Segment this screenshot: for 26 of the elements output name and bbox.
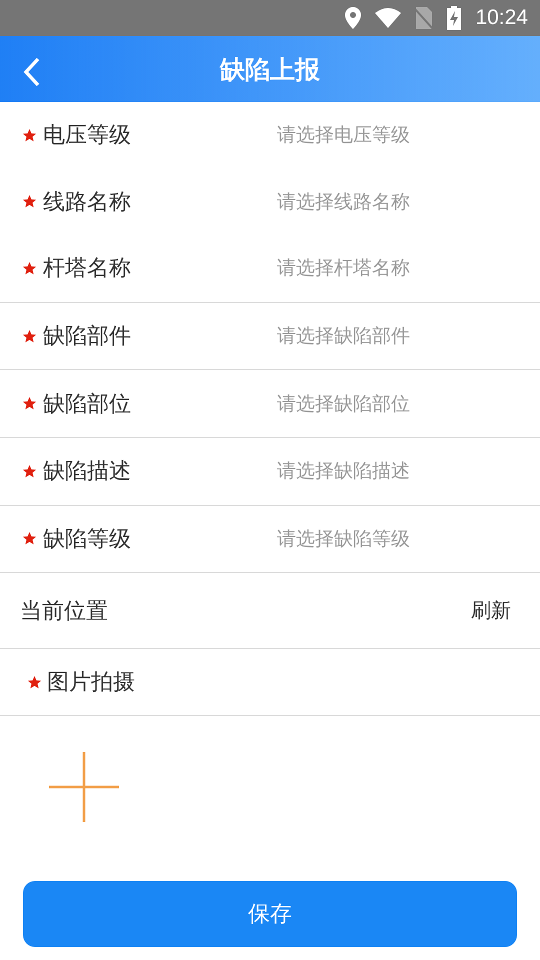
field-label: 缺陷部件	[43, 323, 131, 352]
location-pin-icon	[345, 7, 362, 29]
select-field[interactable]: 请选择电压等级	[277, 124, 507, 146]
select-field[interactable]: 请选择缺陷部位	[277, 392, 507, 415]
refresh-button[interactable]: 刷新	[471, 597, 511, 624]
field-label: 电压等级	[43, 122, 131, 150]
battery-charging-icon	[447, 6, 462, 30]
field-label: 线路名称	[43, 188, 131, 217]
photo-label: 图片拍摄	[47, 669, 135, 698]
field-label: 缺陷等级	[43, 526, 131, 554]
select-field[interactable]: 请选择缺陷等级	[277, 528, 507, 550]
add-photo-button[interactable]	[48, 751, 120, 824]
field-label: 缺陷部位	[43, 390, 131, 419]
chevron-left-icon	[22, 57, 42, 87]
select-field[interactable]: 请选择线路名称	[277, 190, 507, 213]
field-label: 杆塔名称	[43, 255, 131, 284]
select-field[interactable]: 请选择缺陷描述	[277, 460, 507, 482]
select-field[interactable]: 请选择缺陷部件	[277, 325, 507, 348]
wifi-icon	[375, 8, 402, 28]
location-label: 当前位置	[20, 598, 108, 626]
no-sim-icon	[415, 7, 434, 29]
select-field[interactable]: 请选择杆塔名称	[277, 257, 507, 280]
page-title: 缺陷上报	[220, 54, 320, 86]
field-label: 缺陷描述	[43, 458, 131, 486]
save-button[interactable]: 保存	[23, 881, 517, 948]
status-time: 10:24	[475, 6, 528, 30]
